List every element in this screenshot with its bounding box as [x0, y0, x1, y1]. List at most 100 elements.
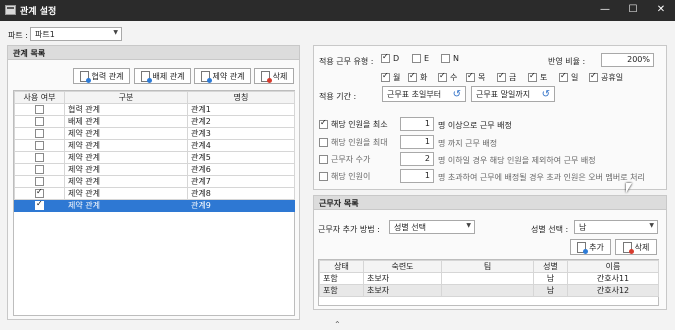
- work-type-n-checkbox[interactable]: N: [441, 54, 459, 63]
- relation-row[interactable]: 제약 관계 관계6: [14, 163, 295, 176]
- checkbox-box[interactable]: [559, 71, 568, 82]
- add-exclude-button[interactable]: 배제 관계: [134, 68, 191, 84]
- use-checkbox[interactable]: [35, 153, 44, 162]
- day-checkbox[interactable]: 화: [408, 71, 427, 83]
- column-header-skill[interactable]: 숙련도: [363, 260, 442, 273]
- use-cell: [14, 103, 65, 116]
- day-checkbox[interactable]: 목: [466, 71, 485, 83]
- use-checkbox[interactable]: [35, 129, 44, 138]
- column-header-gender[interactable]: 성별: [533, 260, 568, 273]
- ratio-input[interactable]: 200%: [601, 53, 654, 67]
- checkbox-box[interactable]: [381, 71, 390, 82]
- status-cell: 포함: [319, 272, 364, 285]
- work-type-d-checkbox[interactable]: D: [381, 52, 400, 63]
- add-cooperate-button[interactable]: 협력 관계: [73, 68, 130, 84]
- day-checkbox[interactable]: 토: [528, 71, 547, 83]
- relation-row[interactable]: 제약 관계 관계7: [14, 175, 295, 188]
- column-header-name[interactable]: 명칭: [187, 91, 295, 104]
- type-cell: 제약 관계: [64, 187, 188, 200]
- add-worker-button[interactable]: 추가: [570, 239, 611, 255]
- relation-table: 사용 여부 구분 명칭 협력 관계 관계1 배제 관계 관계2 제약 관계 관계3 제약 관…: [14, 91, 295, 212]
- ratio-label: 반영 비율 :: [548, 57, 586, 66]
- checkbox-box[interactable]: [319, 138, 328, 147]
- column-header-type[interactable]: 구분: [64, 91, 188, 104]
- minimize-button[interactable]: —: [594, 2, 616, 18]
- rule-count-input[interactable]: 1: [400, 169, 434, 183]
- chevron-down-icon: ▼: [466, 222, 471, 229]
- add-doc-icon: [140, 70, 152, 83]
- day-checkbox[interactable]: 공휴일: [589, 71, 623, 83]
- name-cell: 관계1: [187, 103, 295, 116]
- rule-count-input[interactable]: 2: [400, 152, 434, 166]
- add-restrict-label: 제약 관계: [212, 71, 245, 81]
- checkbox-box[interactable]: [319, 155, 328, 164]
- checkbox-box[interactable]: [441, 54, 450, 63]
- period-start-button[interactable]: 근무표 초일부터 ↺: [382, 86, 466, 102]
- use-checkbox[interactable]: [35, 201, 44, 210]
- worker-row[interactable]: 포함 초보자 남 간호사12: [319, 284, 659, 297]
- rule-count-input[interactable]: 1: [400, 117, 434, 131]
- delete-relation-label: 삭제: [272, 71, 288, 81]
- delete-worker-button[interactable]: 삭제: [615, 239, 657, 255]
- relation-row[interactable]: 제약 관계 관계4: [14, 139, 295, 152]
- use-cell: [14, 139, 65, 152]
- close-button[interactable]: ✕: [650, 2, 672, 18]
- use-cell: [14, 175, 65, 188]
- status-cell: 포함: [319, 284, 364, 297]
- refresh-icon: ↺: [452, 88, 461, 100]
- column-header-worker-name[interactable]: 이름: [567, 260, 659, 273]
- collapse-chevron-icon[interactable]: ⌃: [334, 320, 341, 329]
- part-select[interactable]: 파트1 ▼: [30, 27, 122, 41]
- relation-row[interactable]: 제약 관계관계9: [14, 199, 295, 212]
- rule-checkbox[interactable]: 근무자 수가: [319, 154, 370, 165]
- use-checkbox[interactable]: [35, 105, 44, 114]
- day-label: 금: [509, 73, 517, 82]
- maximize-button[interactable]: ☐: [622, 2, 644, 18]
- checkbox-box[interactable]: [319, 172, 328, 181]
- work-type-e-checkbox[interactable]: E: [412, 54, 429, 63]
- use-cell: [14, 127, 65, 140]
- rule-checkbox[interactable]: 해당 인원을 최대: [319, 137, 388, 148]
- checkbox-box[interactable]: [497, 71, 506, 82]
- use-checkbox[interactable]: [35, 177, 44, 186]
- add-restrict-button[interactable]: 제약 관계: [194, 68, 251, 84]
- checkbox-box[interactable]: [381, 52, 390, 63]
- use-checkbox[interactable]: [35, 117, 44, 126]
- work-type-label-text: D: [393, 54, 400, 63]
- column-header-team[interactable]: 팀: [441, 260, 534, 273]
- column-header-status[interactable]: 상태: [319, 260, 364, 273]
- day-checkbox[interactable]: 수: [438, 71, 457, 83]
- mouse-cursor-icon: [626, 183, 632, 193]
- add-method-select[interactable]: 성별 선택 ▼: [389, 220, 475, 234]
- relation-row[interactable]: 제약 관계 관계5: [14, 151, 295, 164]
- use-checkbox[interactable]: [35, 165, 44, 174]
- day-checkbox[interactable]: 일: [559, 71, 578, 83]
- use-checkbox[interactable]: [35, 189, 44, 198]
- checkbox-box[interactable]: [408, 71, 417, 82]
- checkbox-box[interactable]: [528, 71, 537, 82]
- relation-row[interactable]: 협력 관계 관계1: [14, 103, 295, 116]
- period-end-button[interactable]: 근무표 말일까지 ↺: [471, 86, 555, 102]
- column-header-use[interactable]: 사용 여부: [14, 91, 65, 104]
- rule-checkbox[interactable]: 해당 인원이: [319, 171, 370, 182]
- worker-row[interactable]: 포함 초보자 남 간호사11: [319, 272, 659, 285]
- add-method-value: 성별 선택: [394, 223, 426, 232]
- window-title: 관계 설정: [20, 7, 57, 17]
- delete-relation-button[interactable]: 삭제: [254, 68, 294, 84]
- day-checkbox[interactable]: 월: [381, 71, 400, 83]
- relation-row[interactable]: 배제 관계 관계2: [14, 115, 295, 128]
- name-cell: 관계8: [187, 187, 295, 200]
- checkbox-box[interactable]: [319, 118, 328, 129]
- day-checkbox[interactable]: 금: [497, 71, 517, 83]
- gender-select[interactable]: 남 ▼: [574, 220, 658, 234]
- relation-row[interactable]: 제약 관계관계8: [14, 187, 295, 200]
- checkbox-box[interactable]: [466, 71, 475, 82]
- checkbox-box[interactable]: [412, 54, 421, 63]
- checkbox-box[interactable]: [589, 71, 598, 82]
- rule-checkbox[interactable]: 해당 인원을 최소: [319, 118, 388, 130]
- checkbox-box[interactable]: [438, 71, 447, 82]
- rule-count-input[interactable]: 1: [400, 135, 434, 149]
- part-label: 파트 :: [8, 31, 28, 40]
- use-checkbox[interactable]: [35, 141, 44, 150]
- relation-row[interactable]: 제약 관계 관계3: [14, 127, 295, 140]
